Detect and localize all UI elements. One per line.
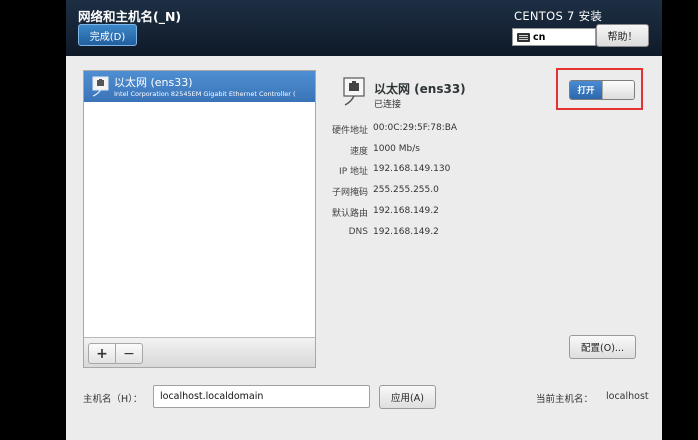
header-bar: 网络和主机名(_N) 完成(D) CENTOS 7 安装 cn 帮助！ bbox=[66, 0, 662, 56]
keyboard-layout-label: cn bbox=[533, 31, 546, 43]
detail-label: DNS bbox=[348, 227, 368, 237]
keyboard-layout-indicator[interactable]: cn bbox=[512, 28, 596, 46]
detail-row-dns: DNS 192.168.149.2 bbox=[328, 227, 528, 241]
add-device-button[interactable]: + bbox=[88, 343, 116, 364]
detail-label: 硬件地址 bbox=[331, 126, 368, 136]
current-hostname-value: localhost bbox=[606, 391, 649, 402]
device-list-item[interactable]: 以太网 (ens33) Intel Corporation 82545EM Gi… bbox=[84, 71, 315, 102]
connection-toggle-switch[interactable]: 打开 bbox=[569, 80, 635, 100]
detail-value: 1000 Mb/s bbox=[373, 144, 420, 154]
configure-button[interactable]: 配置(O)... bbox=[569, 335, 636, 359]
device-status: 已连接 bbox=[374, 100, 402, 110]
detail-label: 子网掩码 bbox=[331, 188, 368, 198]
done-button[interactable]: 完成(D) bbox=[78, 24, 137, 46]
device-list-item-name: 以太网 (ens33) bbox=[114, 76, 193, 89]
device-name: 以太网 (ens33) bbox=[374, 82, 466, 96]
hostname-input[interactable] bbox=[153, 385, 370, 408]
detail-row-hardware-address: 硬件地址 00:0C:29:5F:78:BA bbox=[328, 123, 528, 137]
detail-row-subnet-mask: 子网掩码 255.255.255.0 bbox=[328, 185, 528, 199]
network-hostname-window: 网络和主机名(_N) 完成(D) CENTOS 7 安装 cn 帮助！ 以太网 … bbox=[66, 0, 662, 440]
hostname-label: 主机名（H）： bbox=[83, 394, 143, 405]
ethernet-device-icon bbox=[92, 76, 109, 97]
device-list: 以太网 (ens33) Intel Corporation 82545EM Gi… bbox=[83, 70, 316, 368]
keyboard-icon bbox=[517, 32, 530, 42]
toggle-knob[interactable] bbox=[602, 81, 634, 99]
detail-label: IP 地址 bbox=[339, 167, 368, 177]
apply-button[interactable]: 应用(A) bbox=[379, 385, 436, 409]
detail-label: 默认路由 bbox=[331, 209, 368, 219]
toggle-on-label: 打开 bbox=[570, 81, 602, 99]
detail-value: 255.255.255.0 bbox=[373, 185, 439, 195]
detail-row-ip-address: IP 地址 192.168.149.130 bbox=[328, 164, 528, 178]
detail-value: 192.168.149.2 bbox=[373, 206, 439, 216]
product-title: CENTOS 7 安装 bbox=[514, 9, 603, 23]
detail-label: 速度 bbox=[349, 147, 368, 157]
help-button[interactable]: 帮助！ bbox=[596, 24, 649, 47]
device-list-toolbar: + − bbox=[84, 337, 315, 367]
detail-row-default-route: 默认路由 192.168.149.2 bbox=[328, 206, 528, 220]
page-title: 网络和主机名(_N) bbox=[78, 9, 182, 24]
detail-row-speed: 速度 1000 Mb/s bbox=[328, 144, 528, 158]
detail-value: 00:0C:29:5F:78:BA bbox=[373, 123, 458, 133]
device-list-item-description: Intel Corporation 82545EM Gigabit Ethern… bbox=[114, 90, 296, 98]
detail-value: 192.168.149.130 bbox=[373, 164, 451, 174]
ethernet-icon bbox=[343, 77, 365, 106]
detail-value: 192.168.149.2 bbox=[373, 227, 439, 237]
remove-device-button[interactable]: − bbox=[115, 343, 143, 364]
current-hostname-label: 当前主机名： bbox=[536, 394, 594, 405]
